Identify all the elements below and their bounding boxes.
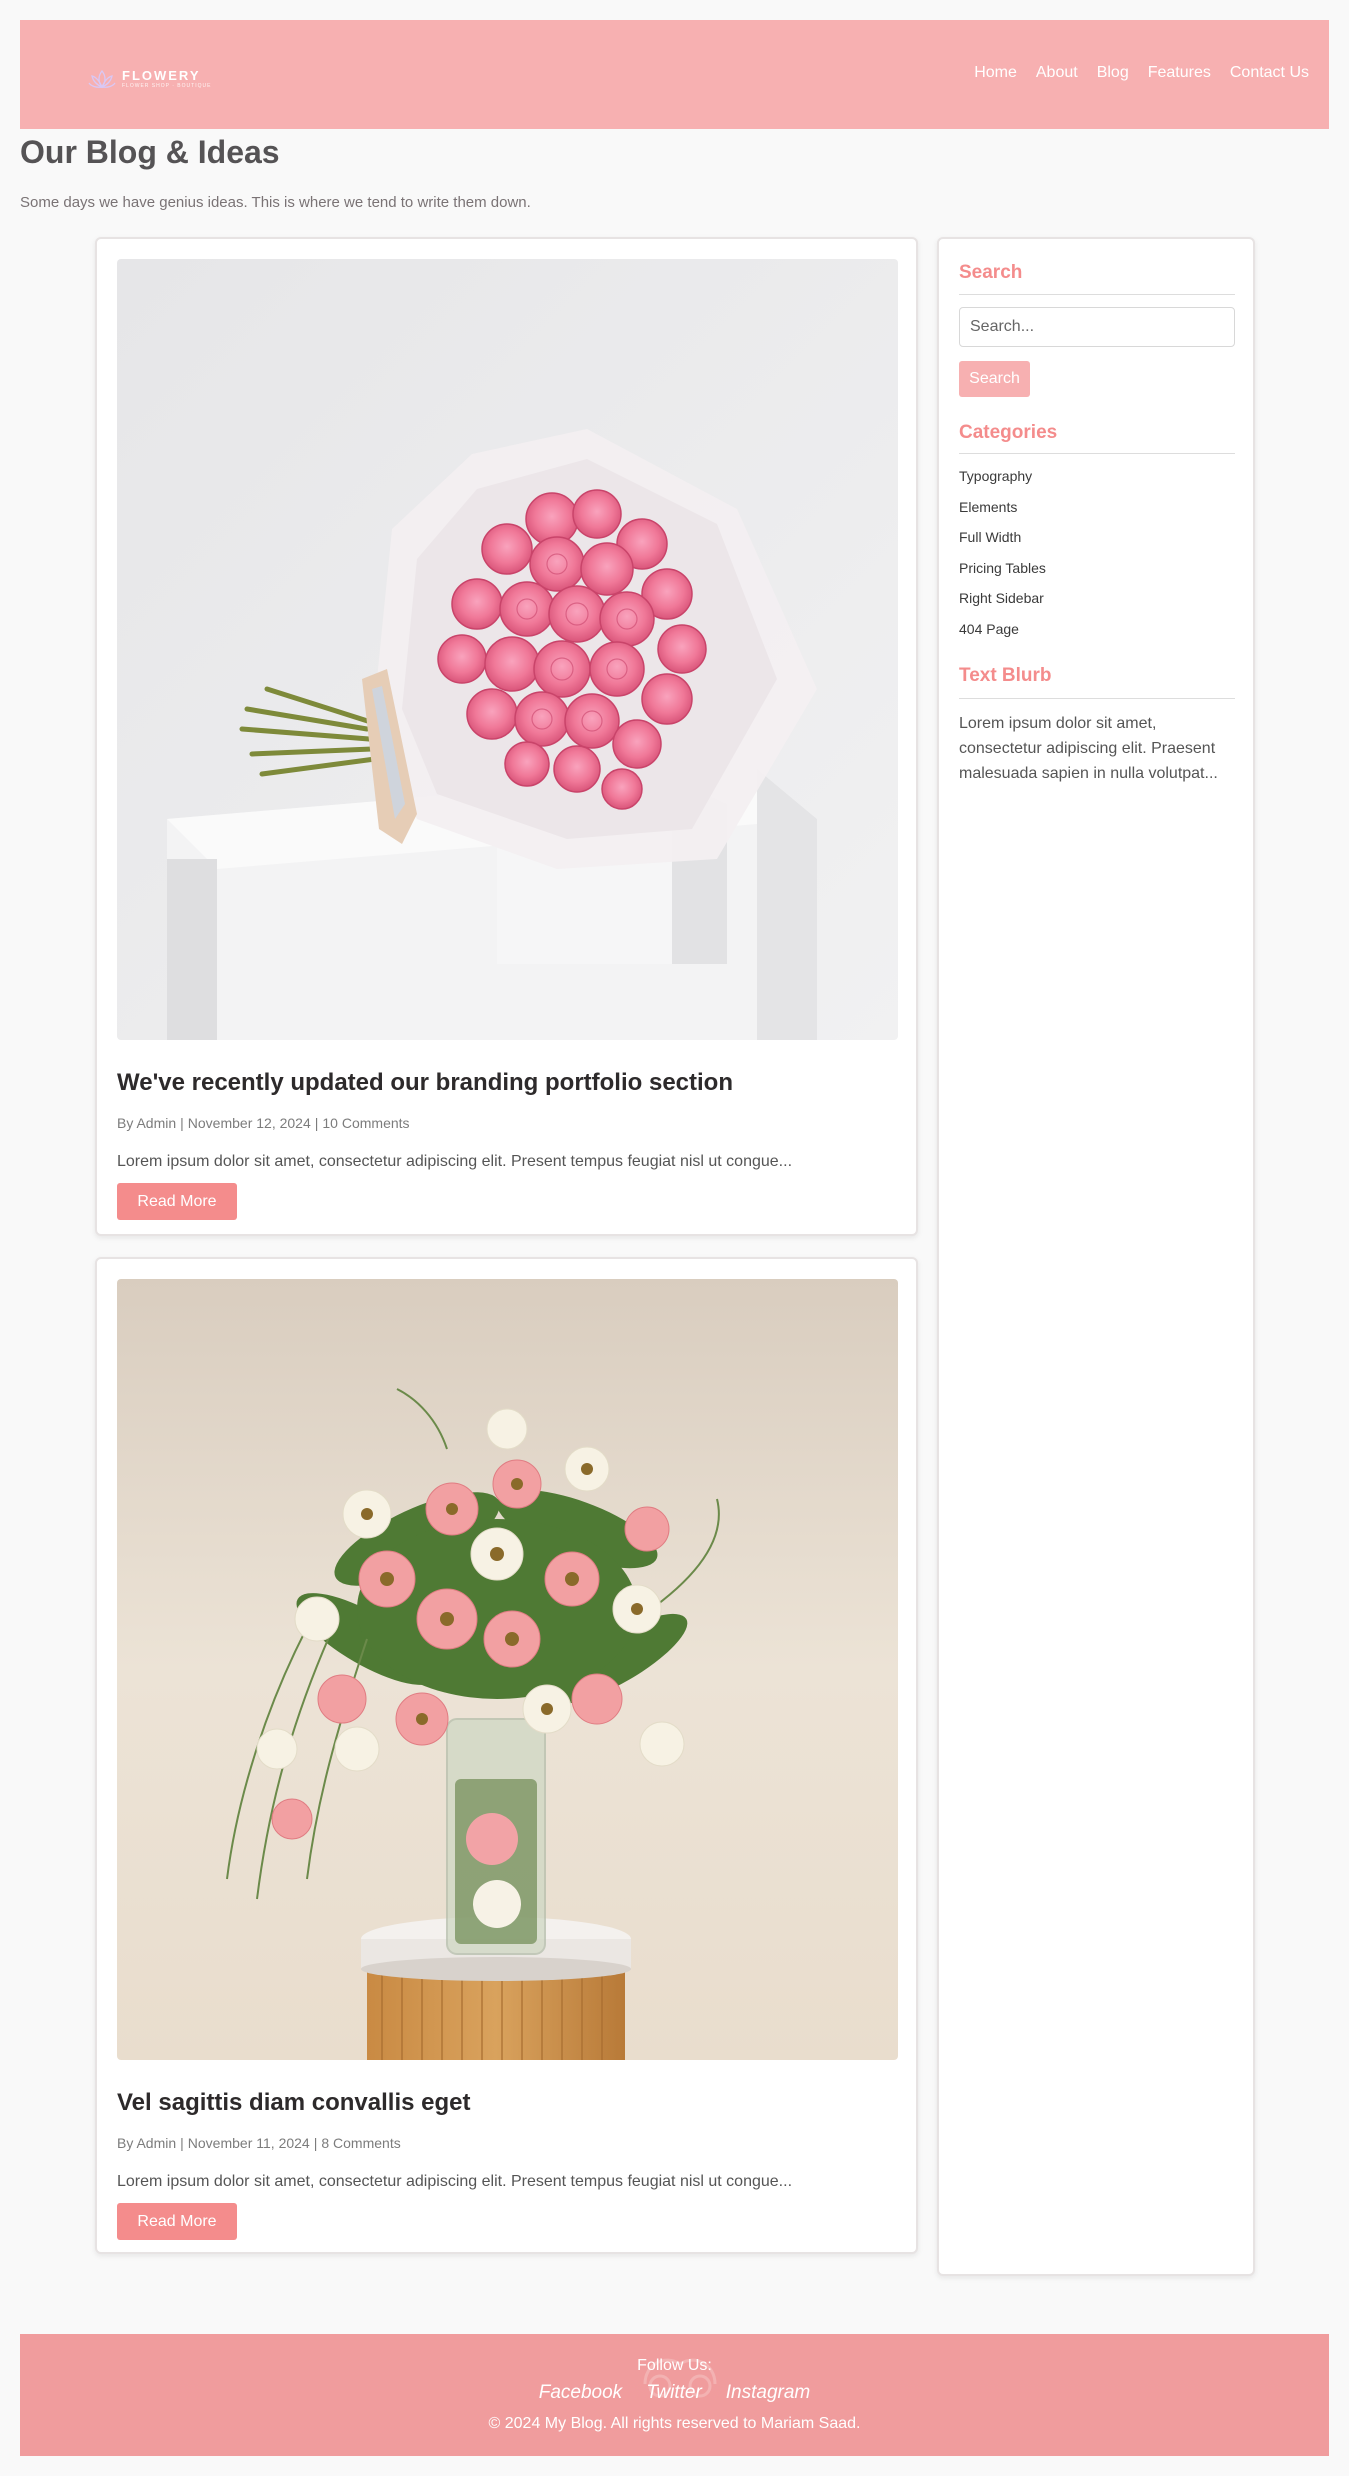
post-author[interactable]: By Admin <box>117 1115 176 1131</box>
list-item: Pricing Tables <box>959 561 1046 592</box>
page-subtitle: Some days we have genius ideas. This is … <box>20 194 531 211</box>
lotus-logo-icon <box>88 69 116 89</box>
social-links: Facebook Twitter Instagram <box>20 2382 1329 2404</box>
post-comments[interactable]: 8 Comments <box>321 2135 400 2151</box>
read-more-button[interactable]: Read More <box>117 2203 237 2240</box>
gerbera-vase-image <box>117 1279 898 2060</box>
footer-follow-label: Follow Us: <box>637 2357 712 2374</box>
categories-widget-title: Categories <box>959 422 1058 443</box>
list-item: Typography <box>959 469 1046 500</box>
blog-post-card: Vel sagittis diam convallis eget By Admi… <box>95 1257 918 2254</box>
post-title[interactable]: Vel sagittis diam convallis eget <box>117 2089 470 2117</box>
search-input[interactable] <box>959 307 1235 347</box>
post-comments[interactable]: 10 Comments <box>322 1115 409 1131</box>
nav-link-about[interactable]: About <box>1036 64 1078 81</box>
post-title[interactable]: We've recently updated our branding port… <box>117 1069 733 1097</box>
category-link-typography[interactable]: Typography <box>959 468 1032 484</box>
page-title: Our Blog & Ideas <box>20 134 280 170</box>
post-meta: By Admin | November 12, 2024 | 10 Commen… <box>117 1115 410 1131</box>
blog-post-card: We've recently updated our branding port… <box>95 237 918 1236</box>
widget-divider <box>959 698 1235 699</box>
post-date: November 12, 2024 <box>187 1115 311 1131</box>
list-item: 404 Page <box>959 622 1046 653</box>
post-excerpt: Lorem ipsum dolor sit amet, consectetur … <box>117 1153 793 1170</box>
search-widget-title: Search <box>959 262 1023 283</box>
instagram-link[interactable]: Instagram <box>726 2382 810 2403</box>
category-link-404-page[interactable]: 404 Page <box>959 621 1019 637</box>
post-excerpt: Lorem ipsum dolor sit amet, consectetur … <box>117 2173 793 2190</box>
category-link-right-sidebar[interactable]: Right Sidebar <box>959 590 1044 606</box>
nav-link-blog[interactable]: Blog <box>1097 64 1129 81</box>
meta-separator: | <box>313 2135 318 2151</box>
post-image-rose-bouquet[interactable] <box>117 259 898 1040</box>
nav-link-home[interactable]: Home <box>974 64 1017 81</box>
read-more-button[interactable]: Read More <box>117 1183 237 1220</box>
site-header: FLOWERY FLOWER SHOP · BOUTIQUE Home Abou… <box>20 20 1329 129</box>
post-date: November 11, 2024 <box>187 2135 310 2151</box>
logo-name: FLOWERY <box>122 68 201 83</box>
category-link-elements[interactable]: Elements <box>959 499 1017 515</box>
text-blurb: Lorem ipsum dolor sit amet, consectetur … <box>959 715 1218 782</box>
post-meta: By Admin | November 11, 2024 | 8 Comment… <box>117 2135 401 2151</box>
site-logo[interactable]: FLOWERY FLOWER SHOP · BOUTIQUE <box>88 64 211 94</box>
logo-tagline: FLOWER SHOP · BOUTIQUE <box>122 83 212 89</box>
text-blurb-widget-title: Text Blurb <box>959 665 1052 686</box>
facebook-link[interactable]: Facebook <box>539 2382 622 2403</box>
category-link-pricing-tables[interactable]: Pricing Tables <box>959 560 1046 576</box>
copyright-text: © 2024 My Blog. All rights reserved to M… <box>488 2415 861 2432</box>
list-item: Elements <box>959 500 1046 531</box>
post-author[interactable]: By Admin <box>117 2135 176 2151</box>
twitter-link[interactable]: Twitter <box>646 2382 702 2403</box>
post-image-gerbera-vase[interactable] <box>117 1279 898 2060</box>
meta-separator: | <box>314 1115 319 1131</box>
nav-link-contact[interactable]: Contact Us <box>1230 64 1309 81</box>
meta-separator: | <box>180 1115 184 1131</box>
site-footer: Follow Us: Facebook Twitter Instagram © … <box>20 2334 1329 2456</box>
category-list: Typography Elements Full Width Pricing T… <box>959 469 1046 652</box>
list-item: Full Width <box>959 530 1046 561</box>
list-item: Right Sidebar <box>959 591 1046 622</box>
search-button[interactable]: Search <box>959 361 1030 397</box>
sidebar: Search Search Categories Typography Elem… <box>937 237 1255 2276</box>
meta-separator: | <box>180 2135 184 2151</box>
nav-link-features[interactable]: Features <box>1148 64 1211 81</box>
widget-divider <box>959 453 1235 454</box>
main-nav: Home About Blog Features Contact Us <box>974 64 1309 82</box>
rose-bouquet-image <box>117 259 898 1040</box>
widget-divider <box>959 294 1235 295</box>
category-link-full-width[interactable]: Full Width <box>959 529 1021 545</box>
